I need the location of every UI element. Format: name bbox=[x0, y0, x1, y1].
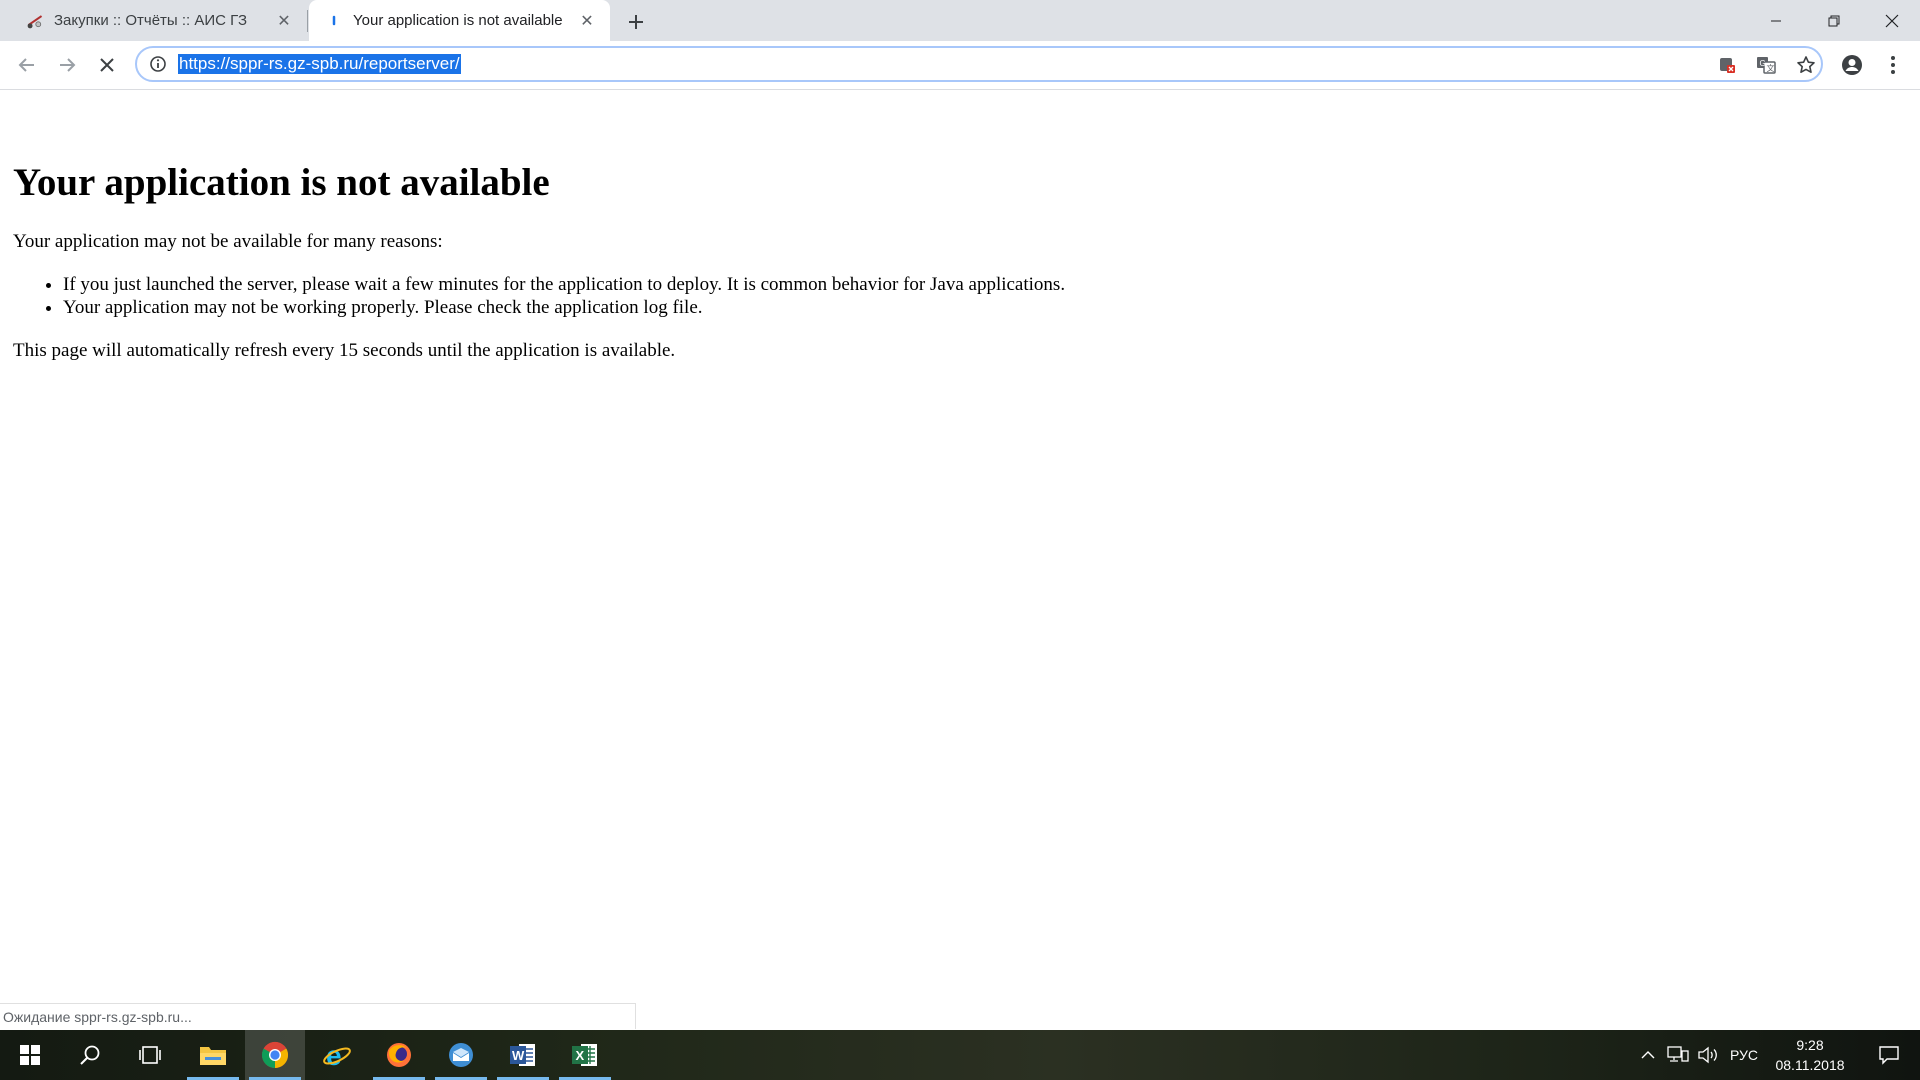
task-view-icon bbox=[139, 1046, 161, 1064]
forward-button[interactable] bbox=[51, 49, 83, 81]
url-text[interactable]: https://sppr-rs.gz-spb.ru/reportserver/ bbox=[178, 54, 461, 74]
network-button[interactable] bbox=[1664, 1030, 1692, 1080]
menu-dots-icon bbox=[1891, 56, 1895, 74]
intro-text: Your application may not be available fo… bbox=[13, 231, 443, 252]
tab-zakupki[interactable]: Закупки :: Отчёты :: АИС ГЗ ✕ bbox=[0, 0, 307, 41]
account-button[interactable] bbox=[1836, 49, 1868, 81]
excel-button[interactable]: X bbox=[555, 1030, 615, 1080]
internet-explorer-button[interactable]: e bbox=[307, 1030, 367, 1080]
new-tab-button[interactable] bbox=[622, 8, 650, 36]
address-bar[interactable]: https://sppr-rs.gz-spb.ru/reportserver/ … bbox=[135, 46, 1823, 82]
clock[interactable]: 9:28 08.11.2018 bbox=[1760, 1035, 1860, 1075]
minimize-button[interactable] bbox=[1747, 0, 1805, 41]
tab-app-not-available[interactable]: Your application is not available ✕ bbox=[309, 0, 610, 41]
reasons-list: If you just launched the server, please … bbox=[13, 273, 1065, 319]
clock-date: 08.11.2018 bbox=[1775, 1057, 1845, 1073]
scales-icon bbox=[26, 12, 44, 30]
tab-strip: Закупки :: Отчёты :: АИС ГЗ ✕ Your appli… bbox=[0, 0, 1920, 41]
firefox-icon bbox=[387, 1043, 411, 1067]
windows-start-icon bbox=[20, 1045, 40, 1065]
list-item: If you just launched the server, please … bbox=[63, 273, 1065, 296]
taskbar: e W X РУС 9:28 08.11.2018 bbox=[0, 1030, 1920, 1080]
clock-time: 9:28 bbox=[1796, 1037, 1824, 1053]
back-button[interactable] bbox=[11, 49, 43, 81]
file-explorer-button[interactable] bbox=[183, 1030, 243, 1080]
tab-title: Your application is not available bbox=[353, 12, 563, 29]
file-explorer-icon bbox=[200, 1047, 226, 1065]
blocked-popup-icon[interactable] bbox=[1715, 53, 1739, 77]
menu-button[interactable] bbox=[1877, 49, 1909, 81]
status-bubble: Ожидание sppr-rs.gz-spb.ru... bbox=[0, 1003, 636, 1029]
refresh-note: This page will automatically refresh eve… bbox=[13, 340, 676, 361]
back-arrow-icon bbox=[18, 58, 34, 72]
excel-icon: X bbox=[572, 1044, 597, 1066]
start-button[interactable] bbox=[0, 1030, 60, 1080]
close-icon bbox=[1885, 14, 1899, 27]
volume-icon bbox=[1698, 1046, 1717, 1064]
info-icon[interactable] bbox=[149, 55, 167, 73]
task-view-button[interactable] bbox=[120, 1030, 180, 1080]
page-title: Your application is not available bbox=[13, 161, 550, 204]
mail-icon bbox=[449, 1043, 473, 1067]
chrome-icon bbox=[261, 1041, 289, 1069]
list-item: Your application may not be working prop… bbox=[63, 296, 1065, 319]
tab-separator bbox=[307, 10, 308, 32]
minimize-icon bbox=[1771, 20, 1781, 21]
internet-explorer-icon: e bbox=[323, 1041, 351, 1069]
chevron-up-icon bbox=[1641, 1051, 1655, 1059]
restore-icon bbox=[1828, 15, 1840, 26]
volume-button[interactable] bbox=[1694, 1030, 1722, 1080]
stop-loading-icon bbox=[100, 58, 114, 72]
close-tab-icon[interactable]: ✕ bbox=[273, 10, 295, 32]
language-indicator[interactable]: РУС bbox=[1726, 1030, 1762, 1080]
word-icon: W bbox=[510, 1044, 535, 1066]
tab-title: Закупки :: Отчёты :: АИС ГЗ bbox=[54, 12, 248, 29]
translate-icon[interactable]: G 文 bbox=[1754, 53, 1778, 77]
show-hidden-icons-button[interactable] bbox=[1637, 1030, 1659, 1080]
loading-spinner-icon bbox=[325, 12, 343, 30]
forward-arrow-icon bbox=[60, 58, 76, 72]
network-icon bbox=[1667, 1046, 1689, 1062]
close-tab-icon[interactable]: ✕ bbox=[576, 10, 598, 32]
page-content: Your application is not available Your a… bbox=[0, 90, 1920, 1030]
search-button[interactable] bbox=[60, 1030, 120, 1080]
svg-text:G: G bbox=[1760, 59, 1766, 68]
restore-button[interactable] bbox=[1805, 0, 1863, 41]
mail-button[interactable] bbox=[431, 1030, 491, 1080]
firefox-button[interactable] bbox=[369, 1030, 429, 1080]
close-window-button[interactable] bbox=[1863, 0, 1920, 41]
stop-button[interactable] bbox=[91, 49, 123, 81]
svg-text:文: 文 bbox=[1767, 63, 1775, 73]
svg-text:W: W bbox=[512, 1048, 525, 1063]
account-icon bbox=[1842, 55, 1862, 75]
star-icon[interactable] bbox=[1794, 53, 1818, 77]
svg-text:X: X bbox=[576, 1048, 585, 1063]
word-button[interactable]: W bbox=[493, 1030, 553, 1080]
browser-toolbar: https://sppr-rs.gz-spb.ru/reportserver/ … bbox=[0, 41, 1920, 90]
notification-icon bbox=[1879, 1046, 1899, 1065]
search-icon bbox=[80, 1045, 100, 1065]
plus-icon bbox=[629, 15, 643, 29]
action-center-button[interactable] bbox=[1864, 1030, 1914, 1080]
chrome-button[interactable] bbox=[245, 1030, 305, 1080]
